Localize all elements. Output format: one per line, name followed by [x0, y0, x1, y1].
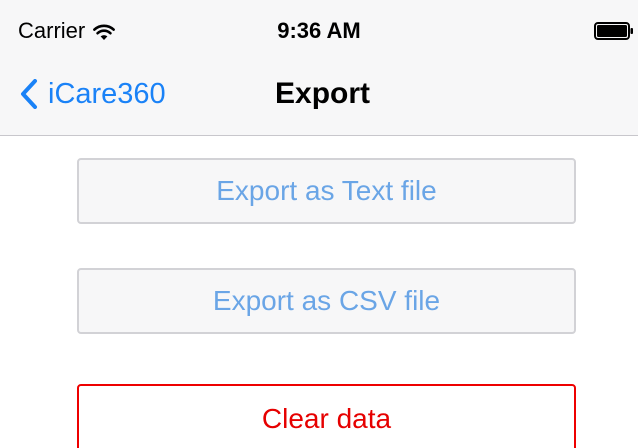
chevron-left-icon [20, 79, 38, 109]
battery-full-icon [594, 22, 634, 40]
navigation-bar: iCare360 Export [0, 60, 638, 136]
back-button[interactable]: iCare360 [20, 74, 166, 114]
app-screen: Carrier 9:36 AM iCare360 Export Export a… [0, 0, 638, 448]
export-csv-button[interactable]: Export as CSV file [77, 268, 576, 334]
export-text-button[interactable]: Export as Text file [77, 158, 576, 224]
back-button-label: iCare360 [48, 78, 166, 110]
top-bar: Carrier 9:36 AM iCare360 Export [0, 0, 638, 136]
export-content: Export as Text file Export as CSV file C… [0, 137, 638, 448]
status-time: 9:36 AM [277, 18, 361, 43]
status-bar: Carrier 9:36 AM [0, 0, 638, 60]
clear-data-button[interactable]: Clear data [77, 384, 576, 448]
page-title: Export [275, 77, 371, 110]
